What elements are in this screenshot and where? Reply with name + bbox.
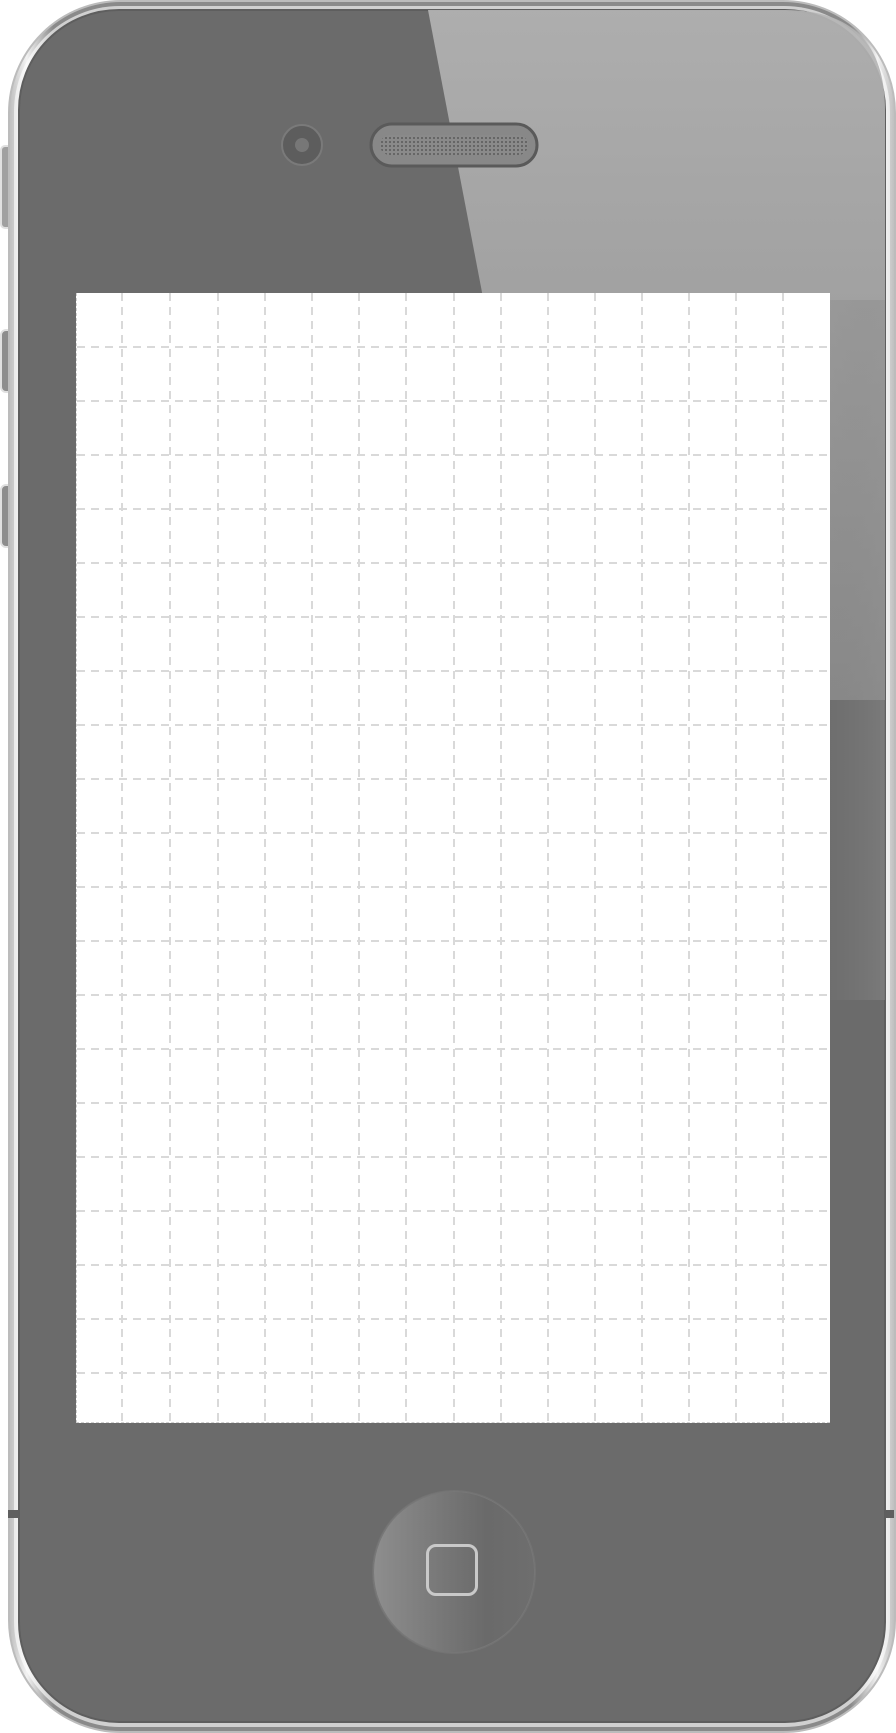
screen-grid xyxy=(77,293,830,1422)
speaker-grille-icon xyxy=(369,122,539,168)
home-button-icon xyxy=(426,1544,478,1596)
home-button[interactable] xyxy=(373,1491,535,1653)
phone-mockup xyxy=(0,0,896,1733)
camera-icon xyxy=(281,124,323,166)
screen xyxy=(76,293,830,1423)
